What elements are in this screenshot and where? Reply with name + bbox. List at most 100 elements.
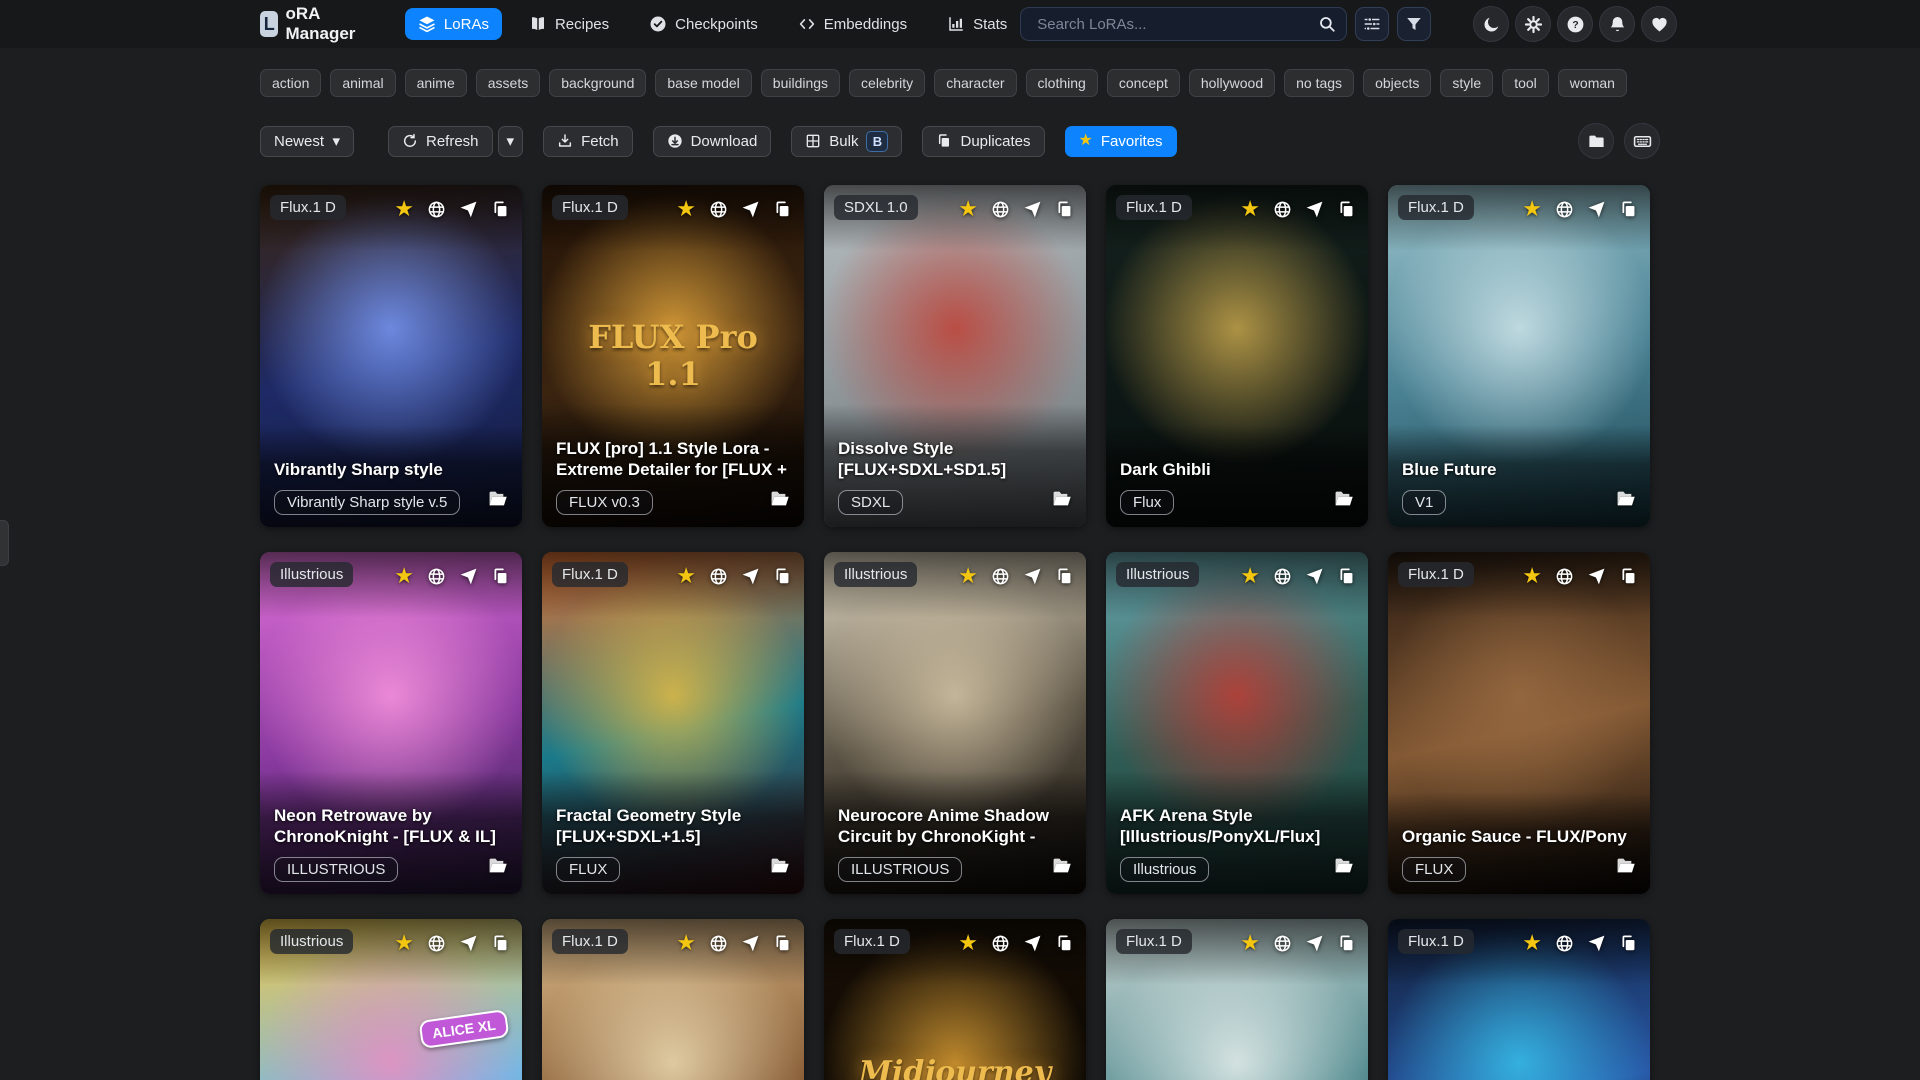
- lora-card[interactable]: Illustrious ★ Neurocore Anime Shadow Cir…: [824, 552, 1086, 894]
- globe-icon[interactable]: [427, 934, 446, 953]
- lora-card[interactable]: ALICE XL Illustrious ★: [260, 919, 522, 1080]
- globe-icon[interactable]: [1273, 200, 1292, 219]
- send-icon[interactable]: [741, 200, 760, 219]
- lora-card[interactable]: Midjourney meets Flux.1 D ★: [824, 919, 1086, 1080]
- duplicates-button[interactable]: Duplicates: [922, 126, 1044, 157]
- search-options-button[interactable]: [1355, 7, 1389, 41]
- copy-icon[interactable]: [1619, 567, 1638, 586]
- open-folder-button[interactable]: [487, 855, 509, 882]
- copy-icon[interactable]: [1337, 567, 1356, 586]
- tag-pill[interactable]: tool: [1502, 69, 1549, 97]
- send-icon[interactable]: [1587, 567, 1606, 586]
- sort-select[interactable]: Newest ▾: [260, 126, 354, 157]
- favorite-star-icon[interactable]: ★: [1240, 565, 1260, 587]
- favorite-star-icon[interactable]: ★: [958, 198, 978, 220]
- globe-icon[interactable]: [709, 934, 728, 953]
- copy-icon[interactable]: [773, 200, 792, 219]
- folder-view-button[interactable]: [1578, 123, 1614, 159]
- favorite-star-icon[interactable]: ★: [1522, 565, 1542, 587]
- open-folder-button[interactable]: [1333, 488, 1355, 515]
- send-icon[interactable]: [459, 934, 478, 953]
- send-icon[interactable]: [741, 934, 760, 953]
- lora-card[interactable]: Flux.1 D ★ Fractal Geometry Style [FLUX+…: [542, 552, 804, 894]
- send-icon[interactable]: [1305, 934, 1324, 953]
- lora-card[interactable]: SDXL 1.0 ★ Dissolve Style [FLUX+SDXL+SD1…: [824, 185, 1086, 527]
- favorite-star-icon[interactable]: ★: [394, 198, 414, 220]
- globe-icon[interactable]: [1555, 934, 1574, 953]
- nav-item-checkpoints[interactable]: Checkpoints: [636, 8, 771, 40]
- refresh-menu-button[interactable]: ▾: [498, 126, 524, 157]
- send-icon[interactable]: [1587, 200, 1606, 219]
- help-button[interactable]: [1557, 6, 1593, 42]
- globe-icon[interactable]: [991, 200, 1010, 219]
- keyboard-shortcuts-button[interactable]: [1624, 123, 1660, 159]
- app-logo[interactable]: L oRA Manager: [260, 4, 363, 44]
- tag-pill[interactable]: hollywood: [1189, 69, 1275, 97]
- favorite-star-icon[interactable]: ★: [1240, 198, 1260, 220]
- globe-icon[interactable]: [991, 934, 1010, 953]
- lora-card[interactable]: Flux.1 D ★: [1388, 919, 1650, 1080]
- settings-button[interactable]: [1515, 6, 1551, 42]
- open-folder-button[interactable]: [1615, 488, 1637, 515]
- send-icon[interactable]: [1305, 567, 1324, 586]
- send-icon[interactable]: [1023, 567, 1042, 586]
- tag-pill[interactable]: woman: [1558, 69, 1627, 97]
- sidebar-handle[interactable]: [0, 520, 9, 566]
- lora-card[interactable]: Flux.1 D ★: [542, 919, 804, 1080]
- favorite-star-icon[interactable]: ★: [676, 565, 696, 587]
- copy-icon[interactable]: [1619, 934, 1638, 953]
- support-button[interactable]: [1641, 6, 1677, 42]
- globe-icon[interactable]: [709, 567, 728, 586]
- send-icon[interactable]: [1023, 934, 1042, 953]
- globe-icon[interactable]: [1555, 567, 1574, 586]
- tag-pill[interactable]: character: [934, 69, 1016, 97]
- favorite-star-icon[interactable]: ★: [1522, 198, 1542, 220]
- send-icon[interactable]: [1305, 200, 1324, 219]
- copy-icon[interactable]: [1055, 567, 1074, 586]
- open-folder-button[interactable]: [1051, 855, 1073, 882]
- open-folder-button[interactable]: [1333, 855, 1355, 882]
- open-folder-button[interactable]: [1051, 488, 1073, 515]
- copy-icon[interactable]: [1055, 200, 1074, 219]
- filter-button[interactable]: [1397, 7, 1431, 41]
- open-folder-button[interactable]: [769, 855, 791, 882]
- open-folder-button[interactable]: [769, 488, 791, 515]
- tag-pill[interactable]: buildings: [761, 69, 840, 97]
- favorite-star-icon[interactable]: ★: [958, 565, 978, 587]
- tag-pill[interactable]: animal: [330, 69, 395, 97]
- fetch-button[interactable]: Fetch: [543, 126, 633, 157]
- tag-pill[interactable]: concept: [1107, 69, 1180, 97]
- tag-pill[interactable]: no tags: [1284, 69, 1354, 97]
- favorite-star-icon[interactable]: ★: [394, 932, 414, 954]
- search-input[interactable]: [1035, 15, 1318, 34]
- copy-icon[interactable]: [1337, 934, 1356, 953]
- send-icon[interactable]: [1023, 200, 1042, 219]
- lora-card[interactable]: Flux.1 D ★ Dark Ghibli Flux: [1106, 185, 1368, 527]
- lora-card[interactable]: Flux.1 D ★ Organic Sauce - FLUX/Pony FLU…: [1388, 552, 1650, 894]
- tag-pill[interactable]: action: [260, 69, 321, 97]
- tag-pill[interactable]: base model: [655, 69, 751, 97]
- lora-card[interactable]: Flux.1 D ★: [1106, 919, 1368, 1080]
- lora-card[interactable]: Flux.1 D ★ Blue Future V1: [1388, 185, 1650, 527]
- lora-card[interactable]: FLUX Pro 1.1 Flux.1 D ★ FLUX [pro] 1.1 S…: [542, 185, 804, 527]
- copy-icon[interactable]: [773, 567, 792, 586]
- send-icon[interactable]: [459, 567, 478, 586]
- globe-icon[interactable]: [1273, 934, 1292, 953]
- copy-icon[interactable]: [1619, 200, 1638, 219]
- globe-icon[interactable]: [427, 567, 446, 586]
- globe-icon[interactable]: [1273, 567, 1292, 586]
- nav-item-recipes[interactable]: Recipes: [516, 8, 622, 40]
- open-folder-button[interactable]: [1615, 855, 1637, 882]
- favorite-star-icon[interactable]: ★: [676, 198, 696, 220]
- favorite-star-icon[interactable]: ★: [1240, 932, 1260, 954]
- notifications-button[interactable]: [1599, 6, 1635, 42]
- send-icon[interactable]: [1587, 934, 1606, 953]
- nav-item-stats[interactable]: Stats: [934, 8, 1020, 40]
- refresh-button[interactable]: Refresh: [388, 126, 493, 157]
- copy-icon[interactable]: [491, 567, 510, 586]
- download-button[interactable]: Download: [653, 126, 772, 157]
- lora-card[interactable]: Illustrious ★ Neon Retrowave by ChronoKn…: [260, 552, 522, 894]
- favorite-star-icon[interactable]: ★: [394, 565, 414, 587]
- globe-icon[interactable]: [1555, 200, 1574, 219]
- tag-pill[interactable]: background: [549, 69, 646, 97]
